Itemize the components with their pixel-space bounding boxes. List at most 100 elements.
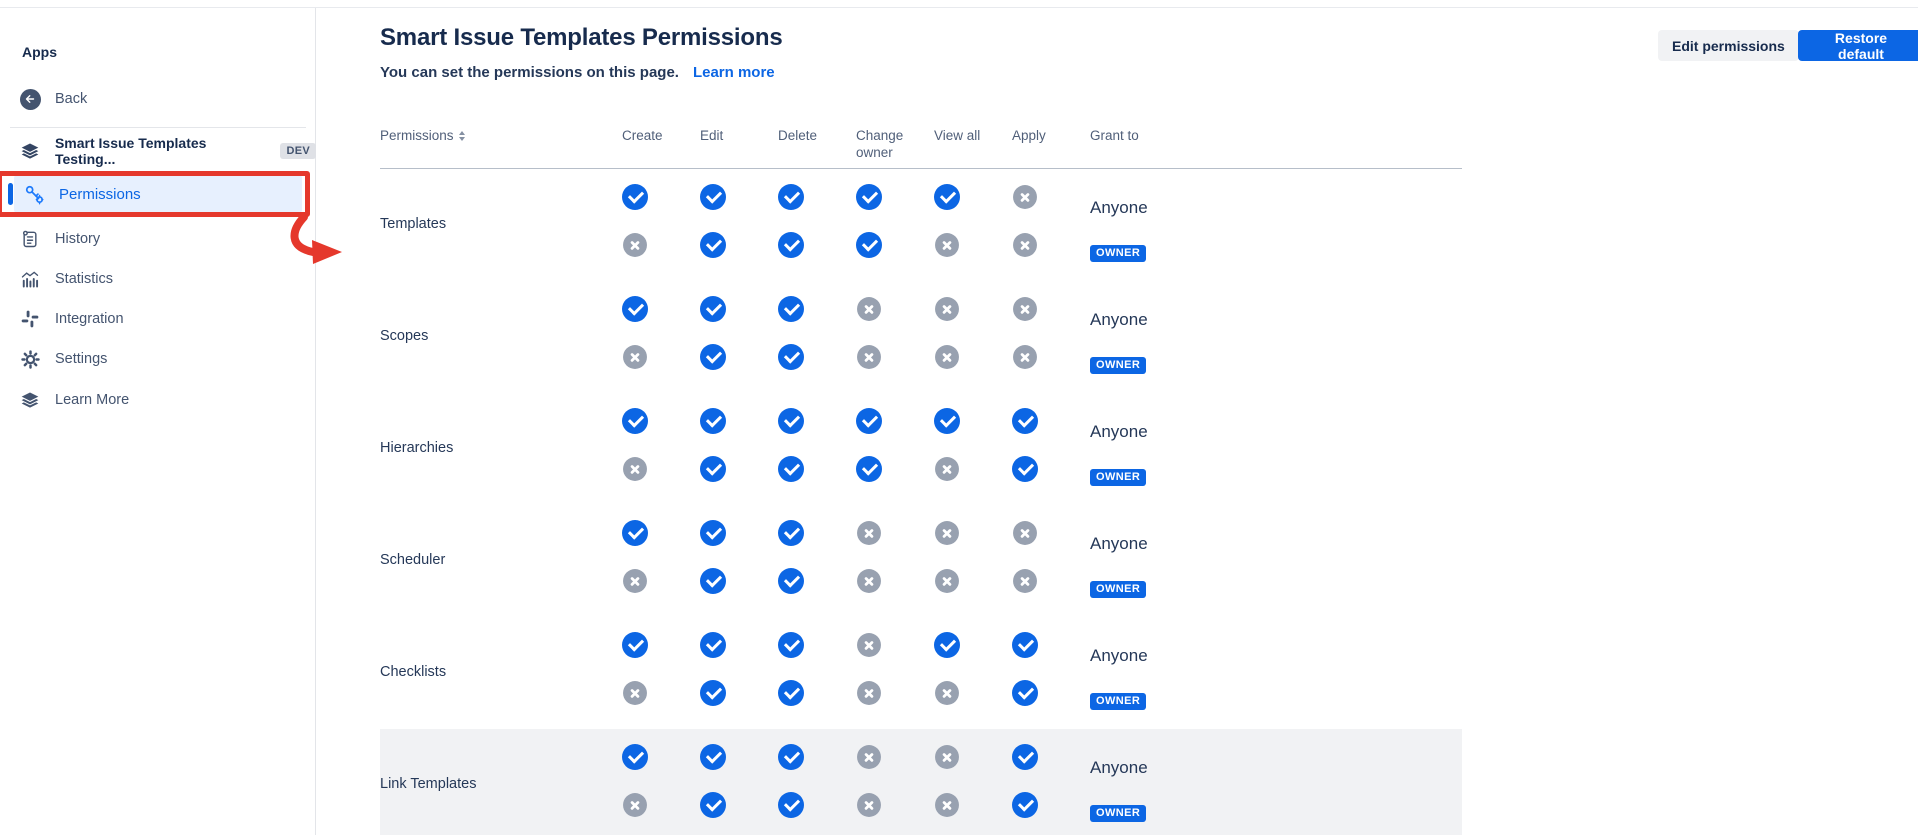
- table-row[interactable]: Link TemplatesAnyoneOWNER: [380, 729, 1462, 835]
- gear-icon: [18, 349, 42, 370]
- permission-name: Checklists: [380, 664, 446, 680]
- denied-x-icon: [1013, 345, 1037, 369]
- back-button[interactable]: Back: [0, 83, 316, 115]
- denied-x-icon: [1013, 185, 1037, 209]
- granted-check-icon: [622, 408, 648, 434]
- sidebar-item-permissions[interactable]: Permissions: [14, 175, 302, 213]
- column-header-view-all: View all: [934, 128, 1012, 162]
- permissions-table: Permissions Create Edit Delete Change ow…: [380, 128, 1462, 835]
- grant-anyone-label: Anyone: [1090, 534, 1148, 554]
- granted-check-icon: [700, 456, 726, 482]
- granted-check-icon: [622, 184, 648, 210]
- sort-icon: [459, 131, 465, 141]
- granted-check-icon: [1012, 792, 1038, 818]
- table-body: TemplatesAnyoneOWNERScopesAnyoneOWNERHie…: [380, 169, 1462, 835]
- page-title: Smart Issue Templates Permissions: [380, 24, 782, 52]
- granted-check-icon: [1012, 456, 1038, 482]
- table-row[interactable]: TemplatesAnyoneOWNER: [380, 169, 1462, 281]
- granted-check-icon: [856, 408, 882, 434]
- sidebar-item-label: Permissions: [59, 186, 141, 203]
- table-row[interactable]: Scopes Anyone OWNER: [380, 281, 1462, 393]
- denied-x-icon: [857, 681, 881, 705]
- grant-anyone-label: Anyone: [1090, 310, 1148, 330]
- permission-name: Scopes: [380, 328, 428, 344]
- edit-permissions-button[interactable]: Edit permissions: [1658, 30, 1799, 61]
- grant-anyone-label: Anyone: [1090, 198, 1148, 218]
- grant-owner-badge: OWNER: [1090, 805, 1146, 822]
- granted-check-icon: [778, 744, 804, 770]
- grant-owner-badge: OWNER: [1090, 357, 1146, 374]
- permission-name: Scheduler: [380, 552, 445, 568]
- granted-check-icon: [778, 456, 804, 482]
- sidebar-item-label: Statistics: [55, 271, 113, 287]
- sidebar-item-statistics[interactable]: Statistics: [0, 263, 316, 295]
- granted-check-icon: [622, 744, 648, 770]
- grant-owner-badge: OWNER: [1090, 581, 1146, 598]
- app-name: Smart Issue Templates Testing...: [55, 135, 271, 167]
- denied-x-icon: [857, 569, 881, 593]
- sidebar-item-history[interactable]: History: [0, 223, 316, 255]
- table-row[interactable]: ChecklistsAnyoneOWNER: [380, 617, 1462, 729]
- table-row[interactable]: Scheduler Anyone OWNER: [380, 505, 1462, 617]
- denied-x-icon: [935, 681, 959, 705]
- keys-icon: [22, 183, 46, 206]
- denied-x-icon: [857, 521, 881, 545]
- integration-icon: [18, 309, 42, 329]
- layers-icon: [18, 390, 42, 410]
- denied-x-icon: [623, 457, 647, 481]
- table-header-row: Permissions Create Edit Delete Change ow…: [380, 128, 1462, 169]
- granted-check-icon: [778, 232, 804, 258]
- granted-check-icon: [778, 680, 804, 706]
- denied-x-icon: [857, 745, 881, 769]
- granted-check-icon: [700, 568, 726, 594]
- main-content: Smart Issue Templates Permissions You ca…: [316, 0, 1918, 835]
- denied-x-icon: [935, 521, 959, 545]
- denied-x-icon: [623, 345, 647, 369]
- denied-x-icon: [935, 457, 959, 481]
- granted-check-icon: [622, 632, 648, 658]
- sidebar-item-label: Learn More: [55, 392, 129, 408]
- denied-x-icon: [935, 233, 959, 257]
- sidebar: Apps Back Smart Issue Templates Testing.…: [0, 8, 316, 835]
- column-header-change-owner: Change owner: [856, 128, 934, 162]
- denied-x-icon: [1013, 569, 1037, 593]
- history-icon: [18, 229, 42, 249]
- denied-x-icon: [623, 793, 647, 817]
- denied-x-icon: [935, 793, 959, 817]
- granted-check-icon: [700, 792, 726, 818]
- denied-x-icon: [935, 569, 959, 593]
- learn-more-link[interactable]: Learn more: [693, 64, 775, 81]
- sidebar-item-label: Integration: [55, 311, 124, 327]
- sidebar-divider: [10, 127, 306, 128]
- sidebar-item-settings[interactable]: Settings: [0, 343, 316, 375]
- granted-check-icon: [622, 520, 648, 546]
- column-header-permissions[interactable]: Permissions: [380, 128, 622, 162]
- restore-default-button[interactable]: Restore default: [1798, 30, 1918, 61]
- permission-name: Hierarchies: [380, 440, 453, 456]
- dev-badge: DEV: [280, 143, 316, 159]
- grant-owner-badge: OWNER: [1090, 469, 1146, 486]
- denied-x-icon: [935, 297, 959, 321]
- granted-check-icon: [778, 632, 804, 658]
- sidebar-item-integration[interactable]: Integration: [0, 303, 316, 335]
- column-header-apply: Apply: [1012, 128, 1090, 162]
- sidebar-item-learn-more[interactable]: Learn More: [0, 384, 316, 416]
- granted-check-icon: [934, 184, 960, 210]
- denied-x-icon: [857, 345, 881, 369]
- denied-x-icon: [1013, 521, 1037, 545]
- granted-check-icon: [700, 680, 726, 706]
- sidebar-item-app[interactable]: Smart Issue Templates Testing... DEV: [0, 135, 316, 167]
- column-header-delete: Delete: [778, 128, 856, 162]
- granted-check-icon: [778, 568, 804, 594]
- app-window: Apps Back Smart Issue Templates Testing.…: [0, 0, 1918, 835]
- granted-check-icon: [778, 344, 804, 370]
- granted-check-icon: [856, 456, 882, 482]
- granted-check-icon: [934, 408, 960, 434]
- permission-name: Templates: [380, 216, 446, 232]
- granted-check-icon: [700, 344, 726, 370]
- sidebar-item-label: History: [55, 231, 100, 247]
- denied-x-icon: [935, 345, 959, 369]
- table-row[interactable]: HierarchiesAnyoneOWNER: [380, 393, 1462, 505]
- granted-check-icon: [700, 408, 726, 434]
- grant-anyone-label: Anyone: [1090, 646, 1148, 666]
